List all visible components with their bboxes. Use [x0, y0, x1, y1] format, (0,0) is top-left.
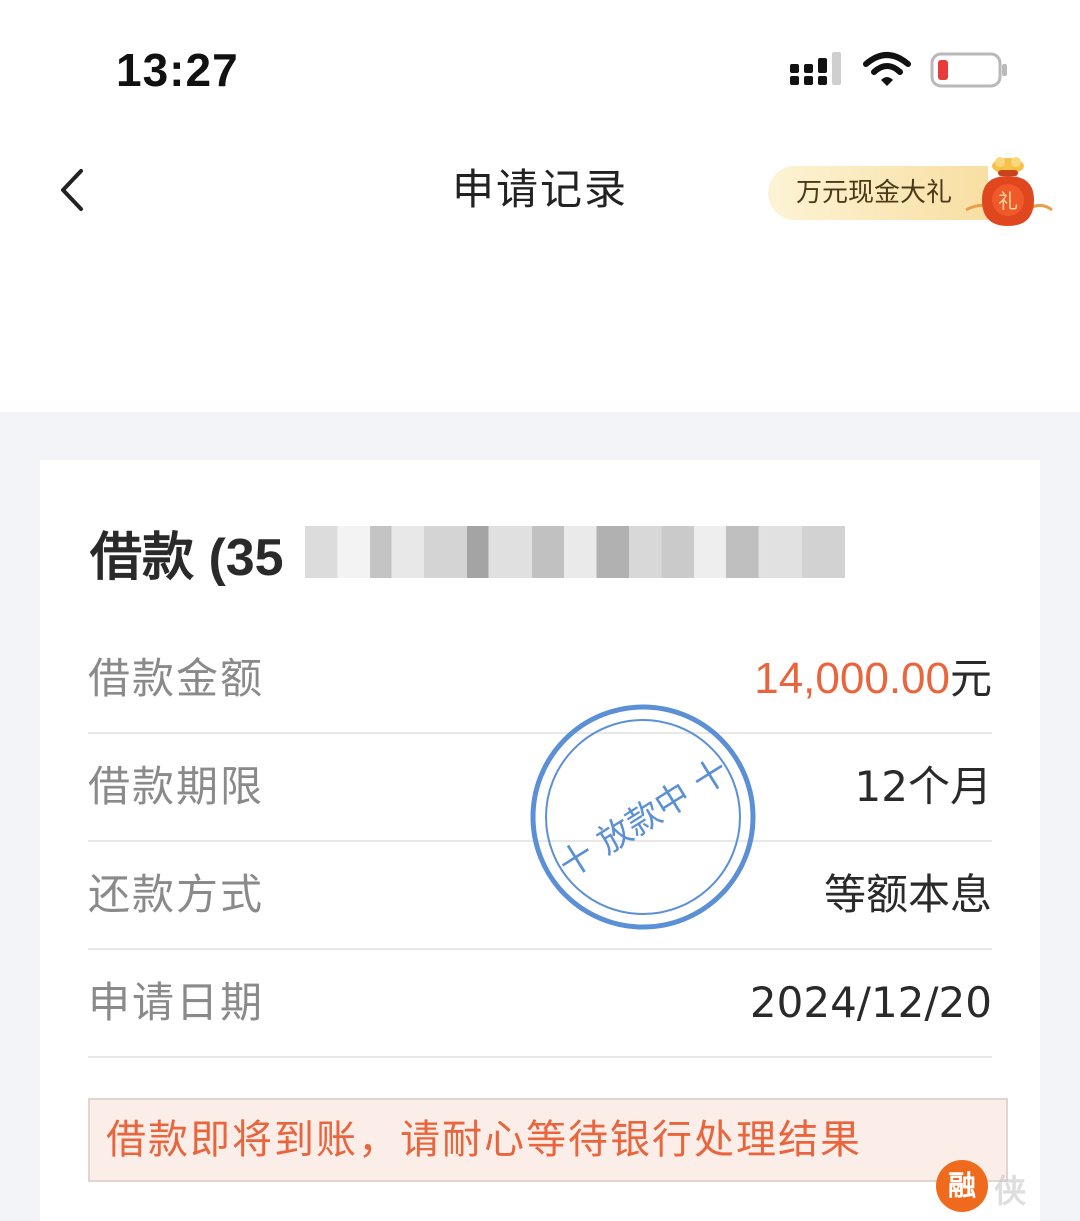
back-button[interactable] — [44, 160, 100, 220]
row-value: 12个月 — [854, 762, 992, 811]
row-label: 借款期限 — [88, 762, 265, 811]
battery-low-icon — [930, 52, 1007, 88]
stamp-text: 十 放款中 十 — [552, 751, 736, 886]
gift-bag-char: 礼 — [998, 189, 1018, 213]
row-application-date: 申请日期 2024/12/20 — [88, 950, 992, 1058]
row-value: 14,000.00元 — [754, 626, 992, 732]
promo-label: 万元现金大礼 — [796, 178, 953, 208]
row-label: 申请日期 — [88, 978, 265, 1027]
row-value: 2024/12/20 — [749, 978, 992, 1027]
loan-amount-unit: 元 — [949, 654, 992, 703]
row-label: 还款方式 — [88, 870, 265, 919]
row-label: 借款金额 — [88, 654, 265, 703]
watermark-text: 侠 — [994, 1172, 1027, 1210]
status-notice: 借款即将到账，请耐心等待银行处理结果 — [88, 1098, 1008, 1182]
page-title: 申请记录 — [451, 165, 628, 214]
loan-amount-value: 14,000.00 — [754, 654, 950, 703]
cellular-signal-icon — [790, 52, 841, 85]
promo-banner[interactable]: 万元现金大礼 — [768, 166, 988, 220]
wifi-icon — [863, 52, 911, 86]
gift-bag-icon[interactable]: 礼 — [960, 150, 1056, 230]
watermark-logo: 融 — [936, 1160, 988, 1212]
disbursing-stamp: 十 放款中 十 — [530, 704, 756, 930]
chevron-left-icon — [61, 169, 83, 211]
loan-heading: 借款 (35 — [90, 528, 284, 587]
status-time: 13:27 — [116, 44, 239, 96]
loan-id-redacted — [305, 526, 845, 578]
row-value: 等额本息 — [823, 870, 992, 919]
